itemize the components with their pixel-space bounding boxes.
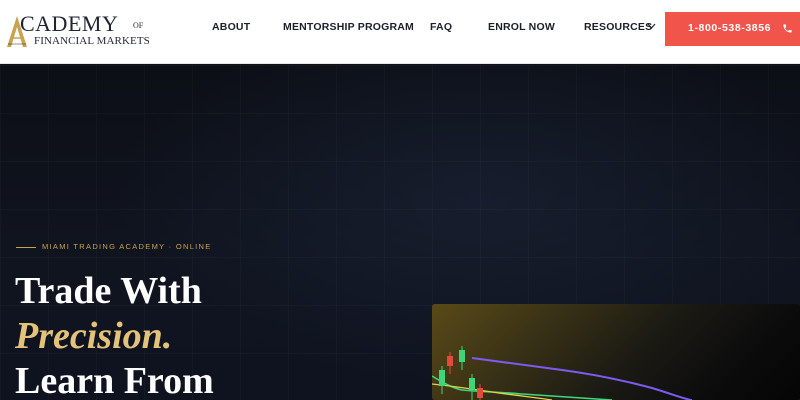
- hero-heading-line1: Trade With: [15, 270, 202, 312]
- phone-icon: [783, 24, 792, 33]
- nav-item-faq[interactable]: FAQ: [430, 21, 452, 35]
- chart-trend-line-yellow: [432, 383, 553, 400]
- logo-subtitle: FINANCIAL MARKETS: [34, 35, 150, 47]
- hero-heading-line2: Precision.: [15, 315, 173, 357]
- chevron-down-icon[interactable]: [647, 23, 656, 29]
- eyebrow-rule: [16, 247, 36, 248]
- trading-chart-graphic: [432, 346, 693, 400]
- hero-heading-line3: Learn From: [15, 360, 214, 400]
- nav-item-enrol-now[interactable]: ENROL NOW: [488, 21, 555, 35]
- site-header: CADEMY OF FINANCIAL MARKETS ABOUT MENTOR…: [0, 0, 800, 64]
- nav-item-mentorship-program[interactable]: MENTORSHIP PROGRAM: [283, 21, 414, 35]
- logo-of: OF: [133, 21, 144, 30]
- hero-section: MIAMI TRADING ACADEMY · ONLINE Trade Wit…: [0, 65, 800, 400]
- logo[interactable]: CADEMY OF FINANCIAL MARKETS: [6, 12, 156, 48]
- phone-number: 1-800-538-3856: [688, 22, 772, 34]
- nav-item-resources[interactable]: RESOURCES: [584, 21, 652, 35]
- trading-chart-image: [432, 304, 800, 400]
- hero-eyebrow: MIAMI TRADING ACADEMY · ONLINE: [42, 242, 212, 251]
- phone-cta-button[interactable]: 1-800-538-3856: [665, 12, 800, 46]
- nav-item-about[interactable]: ABOUT: [212, 21, 250, 35]
- logo-wordmark: CADEMY: [20, 11, 119, 36]
